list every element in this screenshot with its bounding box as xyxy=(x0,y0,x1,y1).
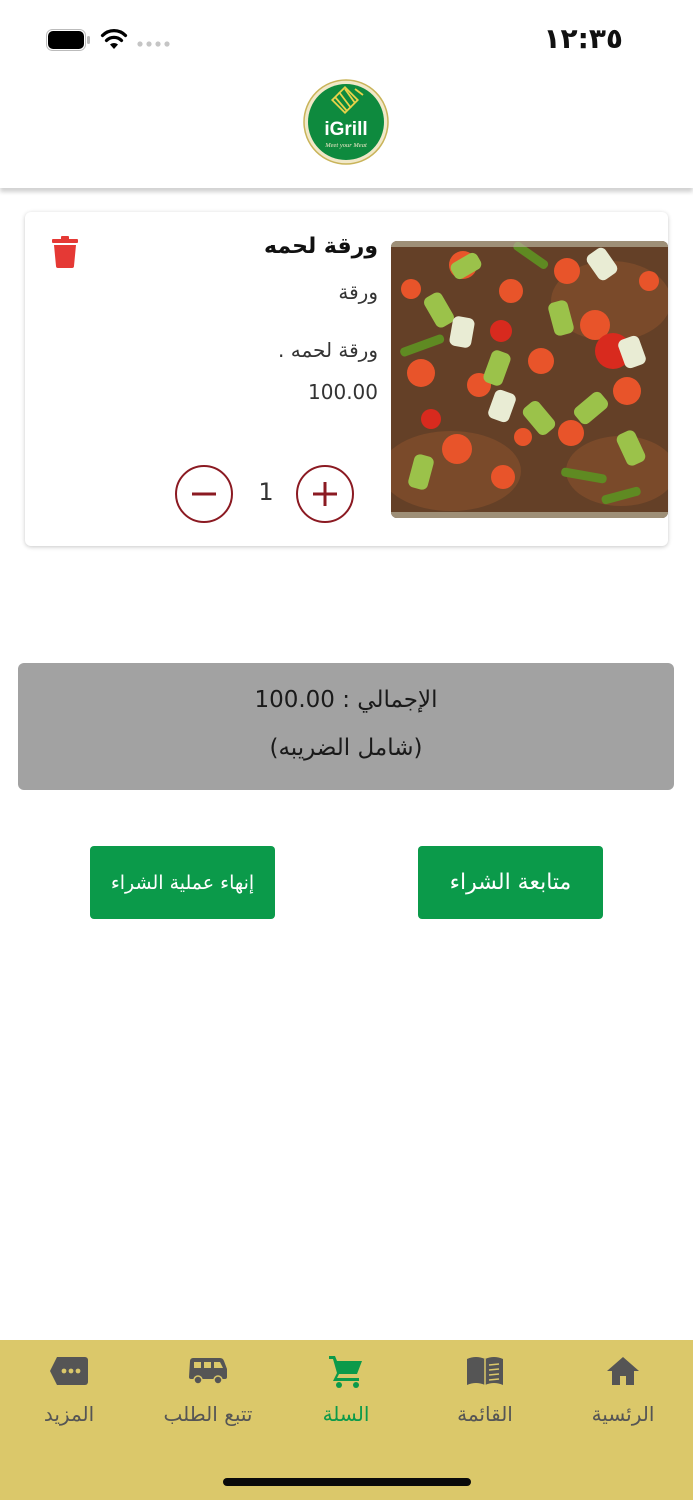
plus-icon xyxy=(313,482,337,506)
wifi-icon xyxy=(100,29,128,49)
tab-cart-label: السلة xyxy=(322,1402,370,1426)
svg-text:iGrill: iGrill xyxy=(324,119,367,140)
quantity-value: 1 xyxy=(258,478,274,506)
tab-home[interactable]: الرئسية xyxy=(554,1340,692,1450)
total-amount: الإجمالي : 100.00 xyxy=(254,687,438,713)
tab-cart[interactable]: السلة xyxy=(277,1340,415,1450)
checkout-button[interactable]: إنهاء عملية الشراء xyxy=(90,846,275,919)
delivery-van-icon xyxy=(189,1358,227,1385)
battery-icon xyxy=(46,29,90,51)
svg-text:Meet your Meat: Meet your Meat xyxy=(324,142,367,149)
menu-book-icon xyxy=(467,1357,503,1385)
tab-menu[interactable]: القائمة xyxy=(416,1340,554,1450)
tab-track-order[interactable]: تتبع الطلب xyxy=(139,1340,277,1450)
home-indicator xyxy=(223,1478,471,1486)
bottom-tab-bar: الرئسية القائمة السلة تتبع الطلب المزيد xyxy=(0,1340,693,1500)
product-image xyxy=(391,241,668,518)
decrease-quantity-button[interactable] xyxy=(175,465,233,523)
tax-note: (شامل الضريبه) xyxy=(269,735,423,761)
tab-track-order-label: تتبع الطلب xyxy=(163,1402,253,1426)
continue-shopping-button[interactable]: متابعة الشراء xyxy=(418,846,603,919)
tab-menu-label: القائمة xyxy=(457,1402,513,1426)
status-time: ١٢:٣٥ xyxy=(543,22,623,55)
product-name: ورقة لحمه xyxy=(264,234,378,259)
more-dots-icon xyxy=(50,1357,88,1385)
order-total-box: الإجمالي : 100.00 (شامل الضريبه) xyxy=(18,663,674,790)
home-icon xyxy=(607,1357,639,1385)
product-description: ورقة لحمه . xyxy=(278,338,378,362)
cart-item-card: ورقة لحمه ورقة ورقة لحمه . 100.00 1 xyxy=(25,212,668,546)
tab-more[interactable]: المزيد xyxy=(0,1340,138,1450)
product-subtitle: ورقة xyxy=(338,280,378,304)
app-header: iGrill Meet your Meat xyxy=(0,70,693,188)
status-bar: ١٢:٣٥ xyxy=(0,0,693,70)
cart-icon xyxy=(329,1356,362,1388)
signal-dots-icon xyxy=(137,41,170,47)
tab-more-label: المزيد xyxy=(43,1402,95,1426)
tab-home-label: الرئسية xyxy=(591,1402,655,1426)
igrill-logo[interactable]: iGrill Meet your Meat xyxy=(303,79,389,165)
minus-icon xyxy=(192,492,216,496)
trash-icon[interactable] xyxy=(52,236,78,268)
increase-quantity-button[interactable] xyxy=(296,465,354,523)
product-price: 100.00 xyxy=(308,380,378,404)
